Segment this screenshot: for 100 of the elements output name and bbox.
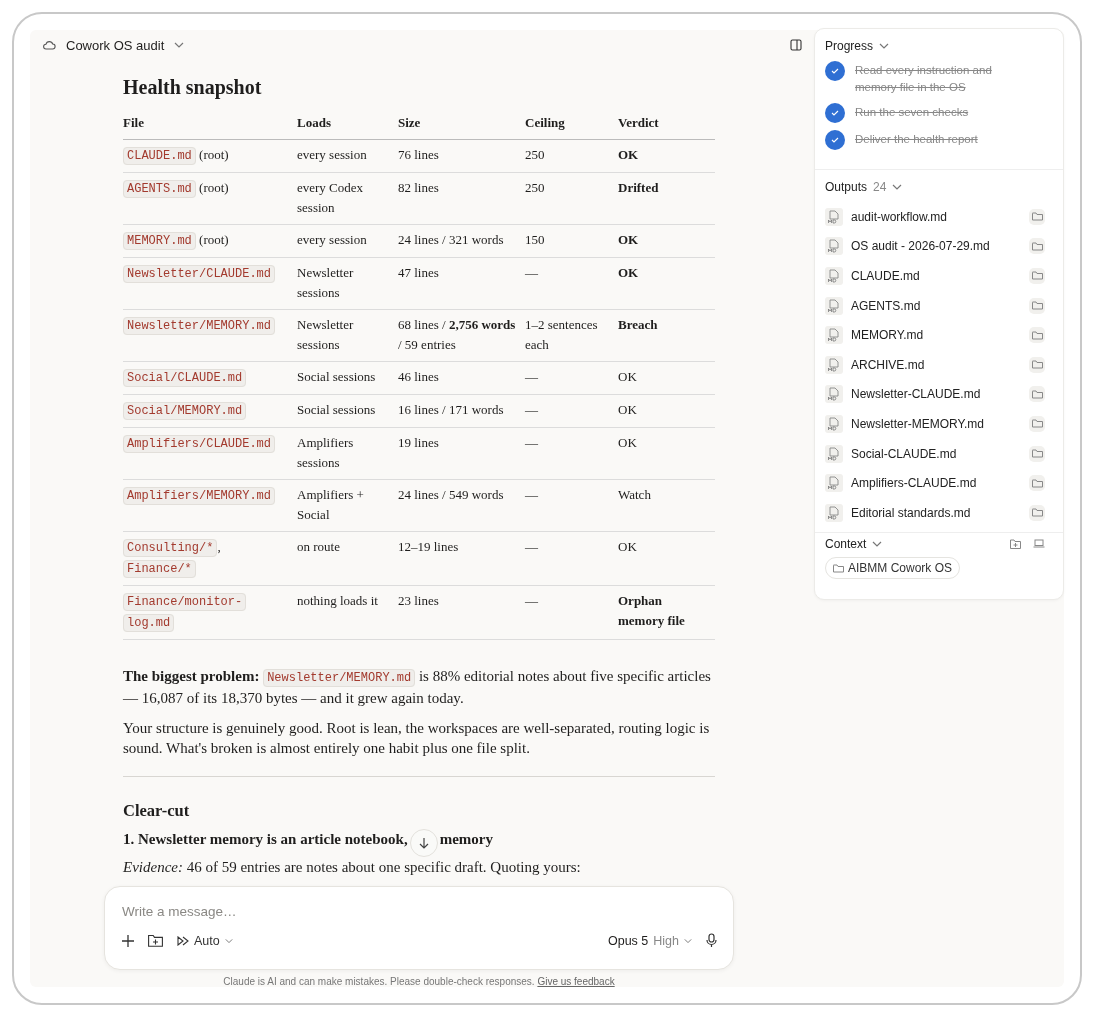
chat-title[interactable]: Cowork OS audit <box>66 37 165 53</box>
table-cell: — <box>525 394 618 428</box>
table-cell: every session <box>297 139 398 173</box>
output-file[interactable]: audit-workflow.md <box>851 209 1021 224</box>
section-title[interactable]: Context <box>825 537 867 551</box>
markdown-file-icon <box>825 414 843 433</box>
microphone-icon[interactable] <box>706 933 717 948</box>
section-title[interactable]: Outputs <box>825 180 868 194</box>
caret-icon <box>224 937 233 944</box>
output-file[interactable]: ARCHIVE.md <box>851 357 1021 372</box>
table-cell: 68 lines / 2,756 words / 59 entries <box>398 309 525 362</box>
folder-name: AIBMM Cowork OS <box>848 561 952 575</box>
folder-plus-icon[interactable] <box>148 934 163 947</box>
output-file[interactable]: CLAUDE.md <box>851 269 1021 283</box>
markdown-file-icon <box>825 444 843 463</box>
output-file[interactable]: Newsletter-CLAUDE.md <box>851 387 1021 402</box>
assessment-paragraph: Your structure is genuinely good. Root is lean, the workspaces are well-separated, routing logic is sound. What's broken is almost entirely one habit plus one file split. <box>123 719 711 758</box>
table-cell: AGENTS.md (root) <box>123 172 297 225</box>
folder-icon <box>833 563 844 573</box>
feedback-link[interactable]: Give us feedback <box>537 976 615 987</box>
table-cell: 47 lines <box>398 257 525 310</box>
markdown-file-icon <box>825 207 843 226</box>
table-cell: Watch <box>618 479 715 532</box>
item-heading: 1. Newsletter memory is an article notebook, <box>123 830 408 849</box>
laptop-icon[interactable] <box>1033 539 1045 548</box>
table-cell: OK <box>618 224 715 258</box>
table-cell: 250 <box>525 139 618 173</box>
table-cell: 76 lines <box>398 139 525 173</box>
markdown-file-icon <box>825 355 843 374</box>
disclaimer-text: Claude is AI and can make mistakes. Please double-check responses. Give us feedback <box>222 976 616 987</box>
cloud-icon <box>42 40 56 50</box>
open-folder-button[interactable] <box>1029 475 1045 492</box>
sidebar-toggle-icon[interactable] <box>790 39 802 51</box>
progress-step: Run the seven checks <box>855 103 969 121</box>
markdown-file-icon <box>825 326 843 345</box>
table-cell: OK <box>618 531 715 586</box>
table-cell: every Codex session <box>297 172 398 225</box>
model-selector[interactable]: Opus 5 High <box>607 933 692 948</box>
open-folder-button[interactable] <box>1029 327 1045 344</box>
open-folder-button[interactable] <box>1029 445 1045 462</box>
plus-icon[interactable] <box>122 934 134 947</box>
output-file[interactable]: AGENTS.md <box>851 298 1021 313</box>
open-folder-button[interactable] <box>1029 268 1045 284</box>
message-input[interactable]: Write a message… <box>122 904 717 922</box>
folder-icon <box>1031 271 1043 281</box>
summary-paragraph: The biggest problem: Newsletter/MEMORY.md is 88% editorial notes about five specific articles — 16,087 of its 18,370 bytes — and it grew again today. <box>123 667 712 708</box>
column-header: Loads <box>297 109 398 140</box>
output-file[interactable]: Newsletter-MEMORY.md <box>851 416 1021 431</box>
table-cell: 1–2 sentences each <box>525 309 618 362</box>
table-cell: 19 lines <box>398 427 525 480</box>
table-cell: Drifted <box>618 172 715 225</box>
column-header: Verdict <box>618 109 715 140</box>
folder-icon <box>1031 241 1043 251</box>
table-cell: 82 lines <box>398 172 525 225</box>
table-cell: Social sessions <box>297 361 398 395</box>
open-folder-button[interactable] <box>1029 297 1045 314</box>
open-folder-button[interactable] <box>1029 208 1045 225</box>
caret-icon <box>892 184 903 190</box>
table-cell: Newsletter sessions <box>297 257 398 310</box>
table-cell: MEMORY.md (root) <box>123 224 297 258</box>
table-cell: Social/MEMORY.md <box>123 394 297 428</box>
output-file[interactable]: MEMORY.md <box>851 328 1021 343</box>
output-file[interactable]: Social-CLAUDE.md <box>851 446 1021 461</box>
open-folder-button[interactable] <box>1029 356 1045 373</box>
output-file[interactable]: OS audit - 2026-07-29.md <box>851 239 1021 254</box>
folder-icon <box>1031 330 1043 340</box>
open-folder-button[interactable] <box>1029 238 1045 255</box>
caret-icon <box>879 43 890 49</box>
table-cell: Breach <box>618 309 715 362</box>
markdown-file-icon <box>825 385 843 404</box>
open-folder-button[interactable] <box>1029 504 1045 521</box>
table-cell: on route <box>297 531 398 586</box>
table-cell: OK <box>618 257 715 310</box>
table-cell: OK <box>618 139 715 173</box>
scroll-down-button[interactable] <box>409 829 438 857</box>
output-file[interactable]: Amplifiers-CLAUDE.md <box>851 476 1021 491</box>
folder-icon <box>1031 449 1043 459</box>
table-cell: Orphan memory file <box>618 585 715 640</box>
mode-selector[interactable]: Auto <box>177 933 233 948</box>
folder-icon <box>1031 478 1043 488</box>
markdown-file-icon <box>825 474 843 493</box>
folder-icon <box>1031 419 1043 429</box>
table-cell: 150 <box>525 224 618 258</box>
markdown-file-icon <box>825 267 843 285</box>
table-cell: Newsletter sessions <box>297 309 398 362</box>
dropdown-caret-icon <box>174 42 185 48</box>
table-cell: 16 lines / 171 words <box>398 394 525 428</box>
folder-icon <box>1031 360 1043 370</box>
caret-icon <box>872 541 883 547</box>
table-cell: — <box>525 479 618 532</box>
output-file[interactable]: Editorial standards.md <box>851 505 1021 520</box>
column-header: Ceiling <box>525 109 618 140</box>
open-folder-button[interactable] <box>1029 415 1045 432</box>
open-folder-button[interactable] <box>1029 386 1045 403</box>
table-cell: nothing loads it <box>297 585 398 640</box>
table-cell: Social sessions <box>297 394 398 428</box>
column-header: File <box>123 109 297 140</box>
evidence-text: Evidence: 46 of 59 entries are notes about one specific draft. Quoting yours: <box>123 858 582 877</box>
add-folder-icon[interactable] <box>1010 539 1021 549</box>
section-title[interactable]: Progress <box>825 39 874 53</box>
